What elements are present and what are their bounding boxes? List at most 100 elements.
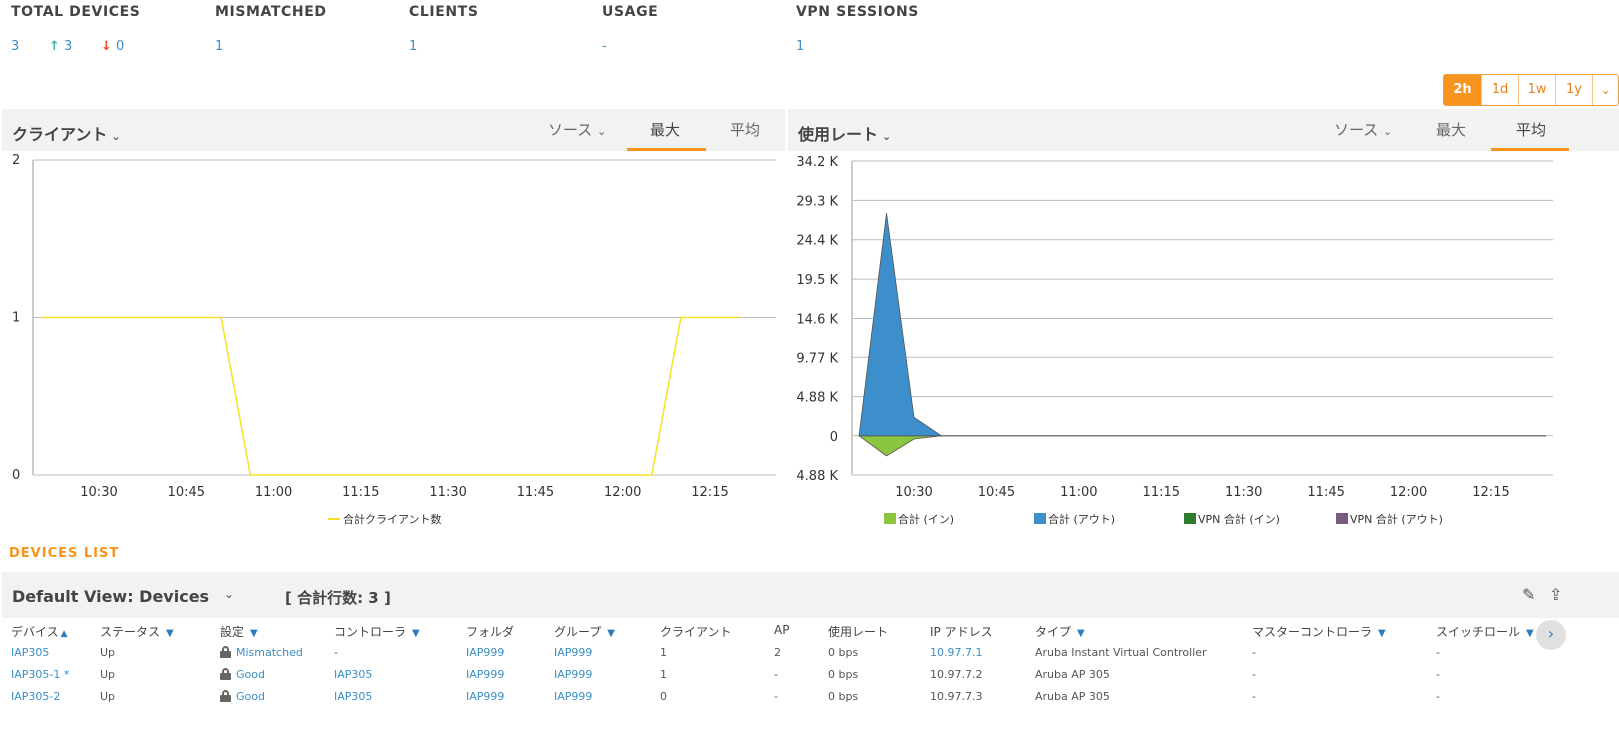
column-header[interactable]: スイッチロール ▼ xyxy=(1436,623,1534,640)
range-1d-button[interactable]: 1d xyxy=(1481,75,1518,105)
table-cell: 0 xyxy=(660,690,667,703)
range-1w-button[interactable]: 1w xyxy=(1518,75,1555,105)
table-cell: Aruba AP 305 xyxy=(1035,668,1110,681)
filter-icon[interactable]: ▼ xyxy=(607,628,615,639)
table-cell[interactable]: IAP999 xyxy=(554,690,592,703)
table-cell-text: Good xyxy=(236,690,265,703)
clients-tab-avg[interactable]: 平均 xyxy=(730,119,760,140)
column-header[interactable]: IP アドレス xyxy=(930,623,993,640)
usage-panel-title[interactable]: 使用レート ⌄ xyxy=(798,121,891,145)
legend-label: 合計 (イン) xyxy=(898,512,954,526)
table-cell[interactable]: Good xyxy=(220,690,265,703)
column-header[interactable]: AP xyxy=(774,623,789,637)
table-cell[interactable]: IAP305 xyxy=(334,668,372,681)
table-cell[interactable]: 10.97.7.1 xyxy=(930,646,982,659)
clients-source-dropdown[interactable]: ソース ⌄ xyxy=(548,119,606,140)
table-cell-text: Good xyxy=(236,668,265,681)
column-header-label: マスターコントローラ xyxy=(1252,625,1373,639)
usage-label: USAGE xyxy=(602,4,659,20)
usage-value[interactable]: - xyxy=(602,39,607,54)
column-header[interactable]: マスターコントローラ ▼ xyxy=(1252,623,1386,640)
chevron-down-icon: ⌄ xyxy=(111,130,121,143)
chevron-down-icon[interactable]: ⌄ xyxy=(224,587,234,601)
x-tick-label: 10:30 xyxy=(895,485,932,500)
table-cell[interactable]: IAP305-2 xyxy=(11,690,60,703)
table-cell[interactable]: IAP305 xyxy=(334,690,372,703)
table-cell[interactable]: Mismatched xyxy=(220,646,303,659)
filter-icon[interactable]: ▼ xyxy=(412,628,420,639)
clients-panel-title[interactable]: クライアント ⌄ xyxy=(12,121,121,145)
table-cell[interactable]: IAP999 xyxy=(466,646,504,659)
chevron-down-icon[interactable]: ⌄ xyxy=(1592,75,1618,105)
table-cell[interactable]: IAP305 xyxy=(11,646,49,659)
usage-active-tab-indicator xyxy=(1491,148,1569,151)
devices-up-count[interactable]: ↑ 3 xyxy=(49,39,72,54)
filter-icon[interactable]: ▼ xyxy=(1378,628,1386,639)
table-cell: 1 xyxy=(660,668,667,681)
usage-source-dropdown[interactable]: ソース ⌄ xyxy=(1334,119,1392,140)
y-tick-label: 0 xyxy=(830,430,838,445)
filter-icon[interactable]: ▼ xyxy=(250,628,258,639)
table-cell-text: - xyxy=(1252,668,1256,681)
range-1y-button[interactable]: 1y xyxy=(1555,75,1592,105)
legend-label: 合計 (アウト) xyxy=(1048,512,1115,526)
column-header[interactable]: クライアント xyxy=(660,623,732,640)
view-selector-label[interactable]: Default View: Devices xyxy=(12,587,209,606)
usage-tab-max[interactable]: 最大 xyxy=(1436,119,1466,140)
clients-source-label: ソース xyxy=(548,121,593,139)
table-cell[interactable]: IAP305-1 * xyxy=(11,668,69,681)
column-header[interactable]: 設定 ▼ xyxy=(220,623,258,640)
column-header[interactable]: グループ ▼ xyxy=(554,623,615,640)
filter-icon[interactable]: ▼ xyxy=(166,628,174,639)
table-cell: Aruba Instant Virtual Controller xyxy=(1035,646,1207,659)
clients-tab-max[interactable]: 最大 xyxy=(650,119,680,140)
table-cell-text: - xyxy=(1436,668,1440,681)
table-cell[interactable]: IAP999 xyxy=(466,668,504,681)
table-cell: 10.97.7.3 xyxy=(930,690,982,703)
column-header[interactable]: ステータス ▼ xyxy=(100,623,174,640)
usage-tab-avg[interactable]: 平均 xyxy=(1516,119,1546,140)
table-cell-text: 10.97.7.1 xyxy=(930,646,983,659)
column-header[interactable]: 使用レート xyxy=(828,623,888,640)
y-tick-label: 1 xyxy=(12,311,20,326)
column-header[interactable]: コントローラ ▼ xyxy=(334,623,420,640)
range-2h-button[interactable]: 2h xyxy=(1444,75,1481,105)
usage-panel-header: 使用レート ⌄ ソース ⌄ 最大 平均 xyxy=(788,109,1619,151)
column-header[interactable]: デバイス ▲ xyxy=(11,623,68,640)
devices-down-count[interactable]: ↓ 0 xyxy=(101,39,124,54)
mismatched-value[interactable]: 1 xyxy=(215,39,223,54)
total-devices-value[interactable]: 3 xyxy=(11,39,19,54)
edit-icon[interactable]: ✎ xyxy=(1522,585,1535,604)
column-header[interactable]: タイプ ▼ xyxy=(1035,623,1085,640)
legend-label: 合計クライアント数 xyxy=(343,512,442,526)
table-cell: 1 xyxy=(660,646,667,659)
table-cell[interactable]: IAP999 xyxy=(554,646,592,659)
table-cell: 0 bps xyxy=(828,646,858,659)
column-header[interactable]: フォルダ xyxy=(466,623,514,640)
chevron-down-icon: ⌄ xyxy=(597,125,607,138)
table-cell-text: IAP999 xyxy=(554,646,593,659)
legend-swatch xyxy=(884,513,896,524)
filter-icon[interactable]: ▼ xyxy=(1526,628,1534,639)
scroll-right-button[interactable]: › xyxy=(1536,620,1566,650)
table-cell-text: - xyxy=(1252,690,1256,703)
sort-ascending-icon[interactable]: ▲ xyxy=(61,629,68,639)
x-tick-label: 11:45 xyxy=(517,485,554,500)
table-cell[interactable]: Good xyxy=(220,668,265,681)
vpn-sessions-value[interactable]: 1 xyxy=(796,39,804,54)
arrow-up-icon: ↑ xyxy=(49,39,60,54)
table-cell-text: Mismatched xyxy=(236,646,303,659)
export-icon[interactable]: ⇪ xyxy=(1549,585,1562,604)
filter-icon[interactable]: ▼ xyxy=(1077,628,1085,639)
table-cell-text: - xyxy=(1252,646,1256,659)
table-cell-text: 1 xyxy=(660,646,667,659)
x-tick-label: 10:30 xyxy=(80,485,117,500)
table-cell-text: 0 xyxy=(660,690,667,703)
table-cell[interactable]: IAP999 xyxy=(554,668,592,681)
x-tick-label: 11:45 xyxy=(1307,485,1344,500)
table-cell[interactable]: IAP999 xyxy=(466,690,504,703)
series-area xyxy=(857,435,1546,457)
table-cell: 0 bps xyxy=(828,668,858,681)
table-cell-text: IAP999 xyxy=(554,668,593,681)
clients-value[interactable]: 1 xyxy=(409,39,417,54)
